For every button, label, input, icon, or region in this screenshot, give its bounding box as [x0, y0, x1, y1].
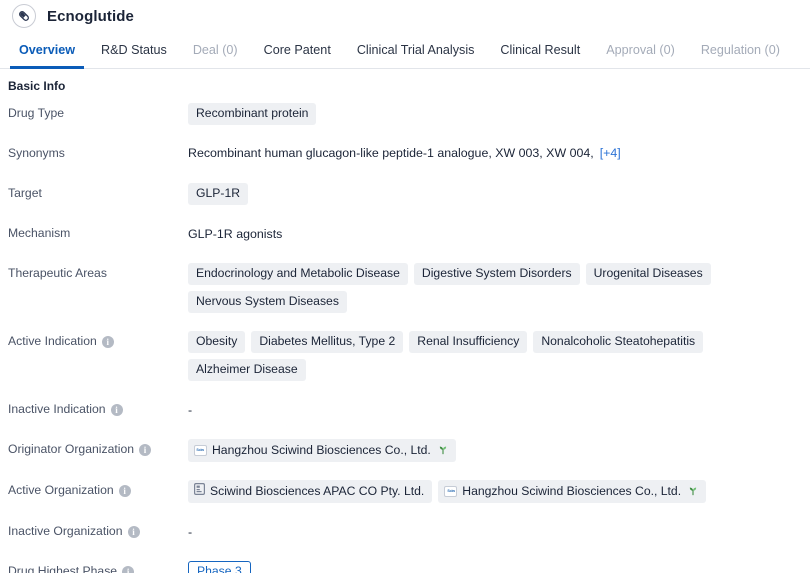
field-row-active-organization: Active Organization i Sciwind Bioscience…	[0, 478, 810, 503]
page-header: Ecnoglutide	[0, 0, 810, 32]
label-text: Active Indication	[8, 334, 97, 348]
field-value-mechanism: GLP-1R agonists	[188, 227, 283, 241]
capsule-icon	[12, 4, 36, 28]
org-name: Sciwind Biosciences APAC CO Pty. Ltd.	[210, 484, 425, 498]
org-chip[interactable]: Sciw Hangzhou Sciwind Biosciences Co., L…	[188, 439, 456, 462]
field-value-drug-highest-phase: Phase 3	[188, 559, 810, 573]
field-row-originator-organization: Originator Organization i Sciw Hangzhou …	[0, 437, 810, 462]
tab-deal[interactable]: Deal (0)	[180, 32, 251, 68]
field-row-synonyms: Synonyms Recombinant human glucagon-like…	[0, 141, 810, 165]
field-row-therapeutic-areas: Therapeutic Areas Endocrinology and Meta…	[0, 261, 810, 313]
tab-clinical-trial-analysis[interactable]: Clinical Trial Analysis	[344, 32, 488, 68]
field-value-active-organization: Sciwind Biosciences APAC CO Pty. Ltd. Sc…	[188, 478, 810, 503]
info-icon[interactable]: i	[122, 566, 135, 573]
tab-approval[interactable]: Approval (0)	[593, 32, 688, 68]
info-icon[interactable]: i	[139, 444, 151, 456]
basic-info-section: Basic Info Drug Type Recombinant protein…	[0, 69, 810, 573]
tab-regulation[interactable]: Regulation (0)	[688, 32, 793, 68]
label-text: Therapeutic Areas	[8, 266, 107, 280]
chip-therapeutic-area: Digestive System Disorders	[413, 263, 580, 285]
field-value-synonyms: Recombinant human glucagon-like peptide-…	[188, 141, 810, 163]
tab-overview[interactable]: Overview	[6, 32, 88, 69]
tab-bar: Overview R&D Status Deal (0) Core Patent…	[0, 32, 810, 69]
field-row-drug-highest-phase: Drug Highest Phase i Phase 3	[0, 559, 810, 573]
sprout-icon	[438, 443, 448, 459]
field-value-inactive-organization: -	[188, 525, 193, 539]
building-icon	[194, 483, 206, 499]
field-value-active-indication: Obesity Diabetes Mellitus, Type 2 Renal …	[188, 329, 810, 381]
label-text: Mechanism	[8, 226, 71, 240]
field-label-target: Target	[0, 181, 188, 203]
info-icon[interactable]: i	[127, 526, 140, 538]
chip-indication: Obesity	[188, 331, 246, 353]
drug-detail-page: Ecnoglutide Overview R&D Status Deal (0)…	[0, 0, 810, 573]
field-label-drug-highest-phase: Drug Highest Phase i	[0, 559, 188, 573]
field-row-drug-type: Drug Type Recombinant protein	[0, 101, 810, 125]
chip-drug-type: Recombinant protein	[188, 103, 317, 125]
synonyms-more-link[interactable]: [+4]	[600, 143, 621, 163]
chip-indication: Diabetes Mellitus, Type 2	[251, 331, 404, 353]
org-chip[interactable]: Sciwind Biosciences APAC CO Pty. Ltd.	[188, 480, 433, 503]
org-chip[interactable]: Sciw Hangzhou Sciwind Biosciences Co., L…	[438, 480, 707, 503]
info-icon[interactable]: i	[110, 404, 123, 416]
field-label-synonyms: Synonyms	[0, 141, 188, 163]
sciwind-logo-icon: Sciw	[444, 485, 458, 497]
chip-therapeutic-area: Nervous System Diseases	[188, 291, 347, 313]
chip-indication: Renal Insufficiency	[409, 331, 528, 353]
info-icon[interactable]: i	[101, 336, 114, 348]
field-label-therapeutic-areas: Therapeutic Areas	[0, 261, 188, 283]
field-label-inactive-indication: Inactive Indication i	[0, 397, 188, 419]
field-value-inactive-indication: -	[188, 403, 193, 417]
tab-core-patent[interactable]: Core Patent	[251, 32, 344, 68]
field-value-therapeutic-areas: Endocrinology and Metabolic Disease Dige…	[188, 261, 810, 313]
field-label-mechanism: Mechanism	[0, 221, 188, 243]
info-icon[interactable]: i	[118, 485, 131, 497]
sciwind-logo-icon: Sciw	[194, 444, 207, 456]
field-row-mechanism: Mechanism GLP-1R agonists	[0, 221, 810, 245]
page-title: Ecnoglutide	[47, 7, 134, 25]
field-label-active-organization: Active Organization i	[0, 478, 188, 500]
label-text: Drug Type	[8, 106, 65, 120]
org-name: Hangzhou Sciwind Biosciences Co., Ltd.	[212, 443, 431, 457]
label-text: Inactive Indication	[8, 402, 106, 416]
label-text: Active Organization	[8, 483, 114, 497]
sprout-icon	[688, 484, 698, 500]
label-text: Synonyms	[8, 146, 65, 160]
field-row-active-indication: Active Indication i Obesity Diabetes Mel…	[0, 329, 810, 381]
field-row-target: Target GLP-1R	[0, 181, 810, 205]
chip-indication: Nonalcoholic Steatohepatitis	[533, 331, 704, 353]
chip-therapeutic-area: Urogenital Diseases	[585, 263, 711, 285]
field-label-drug-type: Drug Type	[0, 101, 188, 123]
field-value-target: GLP-1R	[188, 181, 810, 205]
chip-target: GLP-1R	[188, 183, 249, 205]
field-value-drug-type: Recombinant protein	[188, 101, 810, 125]
section-title: Basic Info	[8, 79, 66, 93]
label-text: Drug Highest Phase	[8, 564, 118, 573]
label-text: Originator Organization	[8, 442, 134, 456]
org-name: Hangzhou Sciwind Biosciences Co., Ltd.	[462, 484, 682, 498]
tab-clinical-result[interactable]: Clinical Result	[487, 32, 593, 68]
field-value-originator-organization: Sciw Hangzhou Sciwind Biosciences Co., L…	[188, 437, 810, 462]
chip-therapeutic-area: Endocrinology and Metabolic Disease	[188, 263, 408, 285]
tab-rd-status[interactable]: R&D Status	[88, 32, 180, 68]
phase-badge[interactable]: Phase 3	[188, 561, 251, 573]
field-row-inactive-indication: Inactive Indication i -	[0, 397, 810, 421]
field-label-inactive-organization: Inactive Organization i	[0, 519, 188, 541]
field-label-originator-organization: Originator Organization i	[0, 437, 188, 459]
field-row-inactive-organization: Inactive Organization i -	[0, 519, 810, 543]
chip-indication: Alzheimer Disease	[188, 359, 306, 381]
synonyms-text: Recombinant human glucagon-like peptide-…	[188, 146, 594, 160]
field-label-active-indication: Active Indication i	[0, 329, 188, 351]
label-text: Inactive Organization	[8, 524, 123, 538]
label-text: Target	[8, 186, 42, 200]
